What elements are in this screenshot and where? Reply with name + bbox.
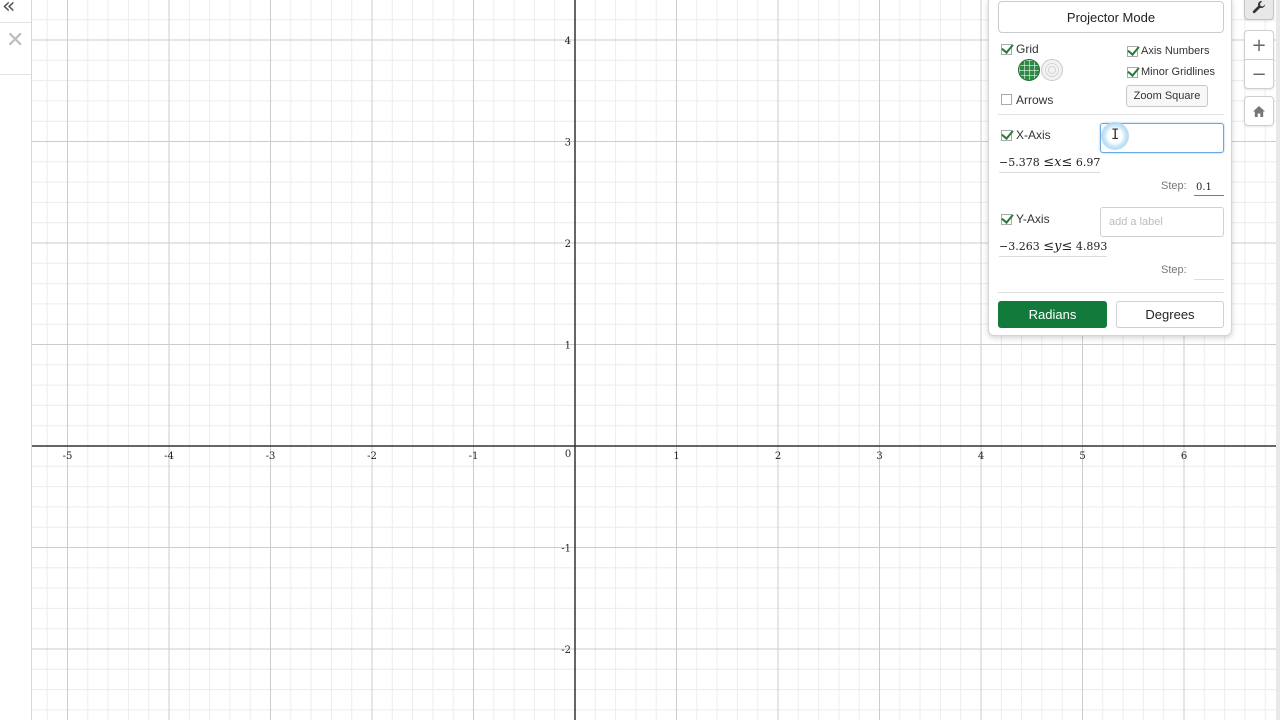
default-viewport-button[interactable] — [1244, 96, 1274, 126]
x-axis-checkbox[interactable] — [1001, 130, 1012, 141]
text-cursor-icon: I — [1111, 127, 1120, 143]
radians-button[interactable]: Radians — [998, 301, 1107, 328]
y-min-value[interactable]: −3.263 — [999, 240, 1040, 253]
y-axis-range[interactable]: −3.263 ≤y≤ 4.893 — [999, 239, 1108, 257]
x-tick-label: -1 — [469, 451, 479, 462]
expand-panel-icon[interactable]: « — [2, 0, 15, 19]
y-tick-label: 4 — [565, 36, 571, 47]
close-icon[interactable]: ✕ — [6, 28, 24, 53]
polar-grid-icon[interactable] — [1041, 59, 1063, 81]
projector-mode-button[interactable]: Projector Mode — [998, 1, 1224, 33]
minor-gridlines-checkbox[interactable] — [1127, 67, 1138, 78]
y-axis-checkbox[interactable] — [1001, 214, 1012, 225]
x-tick-label: 5 — [1079, 451, 1085, 462]
y-tick-label: 3 — [565, 138, 571, 149]
axis-numbers-checkbox[interactable] — [1127, 46, 1138, 57]
x-tick-label: -5 — [63, 451, 73, 462]
zoom-in-button[interactable]: + — [1244, 30, 1274, 60]
x-tick-label: -3 — [266, 451, 276, 462]
minor-gridlines-label: Minor Gridlines — [1141, 66, 1215, 78]
divider — [998, 292, 1224, 293]
x-tick-label: 4 — [978, 451, 984, 462]
y-tick-label: -2 — [561, 645, 571, 656]
y-tick-label: -1 — [561, 544, 571, 555]
collapsed-expression-panel: « ✕ — [0, 0, 32, 720]
wrench-icon — [1252, 1, 1265, 14]
x-tick-label: -2 — [367, 451, 377, 462]
y-max-value[interactable]: 4.893 — [1076, 240, 1108, 253]
plus-icon: + — [1251, 34, 1267, 56]
x-tick-label: 6 — [1181, 451, 1187, 462]
x-tick-label: 0 — [565, 449, 571, 460]
y-tick-label: 2 — [565, 239, 571, 250]
minus-icon: − — [1251, 63, 1267, 85]
y-step-input[interactable] — [1194, 266, 1224, 280]
home-icon — [1253, 105, 1265, 117]
divider — [0, 74, 31, 75]
y-axis-label: Y-Axis — [1016, 212, 1050, 226]
scrollbar-edge — [1276, 0, 1280, 720]
x-tick-label: 1 — [673, 451, 679, 462]
x-tick-label: 2 — [775, 451, 781, 462]
x-axis-label: X-Axis — [1016, 128, 1051, 142]
y-axis-label-input[interactable] — [1100, 207, 1224, 237]
y-tick-label: 1 — [565, 341, 571, 352]
graph-settings-panel: Projector Mode Grid Axis Numbers Minor G… — [988, 0, 1232, 336]
zoom-square-button[interactable]: Zoom Square — [1126, 85, 1208, 107]
x-max-value[interactable]: 6.97 — [1076, 156, 1101, 169]
x-min-value[interactable]: −5.378 — [999, 156, 1040, 169]
x-step-label: Step: — [1161, 180, 1187, 192]
zoom-out-button[interactable]: − — [1244, 59, 1274, 89]
divider — [998, 114, 1224, 115]
x-step-input[interactable]: 0.1 — [1194, 182, 1224, 196]
graph-settings-button[interactable] — [1244, 0, 1274, 20]
degrees-button[interactable]: Degrees — [1116, 301, 1224, 328]
axis-numbers-label: Axis Numbers — [1141, 45, 1210, 57]
x-tick-label: -4 — [164, 451, 174, 462]
arrows-checkbox[interactable] — [1001, 94, 1012, 105]
x-axis-range[interactable]: −5.378 ≤x≤ 6.97 — [999, 155, 1101, 173]
divider — [0, 22, 31, 23]
y-step-label: Step: — [1161, 264, 1187, 276]
arrows-label: Arrows — [1016, 93, 1054, 107]
grid-label: Grid — [1016, 42, 1039, 56]
cartesian-grid-icon[interactable] — [1018, 59, 1040, 81]
x-tick-label: 3 — [876, 451, 882, 462]
grid-checkbox[interactable] — [1001, 44, 1012, 55]
